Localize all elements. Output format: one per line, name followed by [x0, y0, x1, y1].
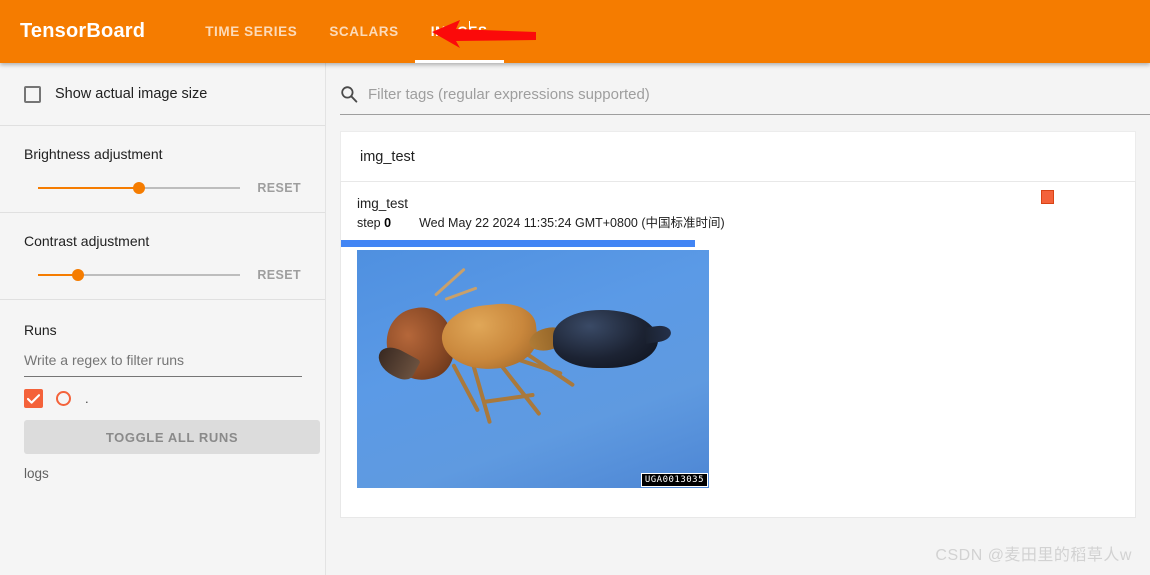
image-card-title: img_test	[357, 196, 409, 211]
show-actual-image-size-checkbox[interactable]	[24, 85, 41, 103]
tab-time-series-label: TIME SERIES	[205, 24, 298, 39]
contrast-slider[interactable]	[38, 267, 240, 283]
search-input[interactable]	[366, 84, 1126, 107]
toggle-all-runs-button[interactable]: TOGGLE ALL RUNS	[24, 420, 320, 454]
contrast-slider-thumb[interactable]	[72, 269, 85, 281]
show-actual-image-size-row[interactable]: Show actual image size	[0, 63, 325, 125]
run-checkbox[interactable]	[24, 389, 43, 408]
red-arrow-annotation-icon	[430, 18, 538, 50]
antenna-icon	[444, 286, 478, 301]
filter-tags-search[interactable]	[340, 77, 1150, 115]
tab-scalars-label: SCALARS	[329, 24, 399, 39]
contrast-reset-button[interactable]: RESET	[257, 268, 301, 282]
run-list-item[interactable]: .	[0, 377, 325, 408]
brightness-slider-fill	[38, 187, 139, 189]
run-label: .	[85, 390, 89, 406]
runs-title: Runs	[24, 322, 57, 338]
brightness-slider[interactable]	[38, 180, 240, 196]
brightness-control: Brightness adjustment RESET	[0, 126, 325, 212]
top-app-bar: TensorBoard TIME SERIES SCALARS IMAGES	[0, 0, 1150, 63]
step-slider[interactable]	[341, 240, 695, 247]
contrast-control: Contrast adjustment RESET	[0, 213, 325, 299]
brightness-title: Brightness adjustment	[24, 146, 163, 162]
step-value: 0	[384, 216, 392, 230]
credit-watermark: CSDN @麦田里的稻草人w	[935, 547, 1132, 564]
runs-footer-label: logs	[24, 466, 49, 481]
brightness-slider-thumb[interactable]	[133, 182, 145, 194]
brightness-reset-button[interactable]: RESET	[257, 181, 301, 195]
tensorboard-app: TensorBoard TIME SERIES SCALARS IMAGES S…	[0, 0, 1150, 575]
image-card: img_test step 0 Wed May 22 2024 11:35:24…	[340, 181, 1136, 518]
ant-gaster-shape	[553, 310, 658, 368]
run-color-circle-icon	[56, 391, 71, 406]
app-brand: TensorBoard	[20, 20, 146, 42]
tag-group-title: img_test	[360, 148, 415, 165]
image-watermark: UGA0013035	[640, 473, 708, 487]
run-color-swatch	[1041, 190, 1054, 204]
tag-group-header[interactable]: img_test	[340, 131, 1136, 181]
step-text: step	[357, 216, 381, 230]
ant-gaster-tip-shape	[644, 324, 672, 344]
tab-scalars[interactable]: SCALARS	[313, 0, 414, 63]
show-actual-image-size-label: Show actual image size	[55, 86, 208, 102]
preview-image[interactable]: UGA0013035	[357, 250, 709, 488]
main-panel: img_test img_test step 0 Wed May 22 2024…	[326, 63, 1150, 575]
runs-filter-input[interactable]	[24, 352, 302, 377]
contrast-title: Contrast adjustment	[24, 233, 150, 249]
image-card-step-row: step 0 Wed May 22 2024 11:35:24 GMT+0800…	[357, 212, 1135, 231]
tab-time-series[interactable]: TIME SERIES	[189, 0, 313, 63]
leg-shape	[471, 363, 493, 425]
sidebar: Show actual image size Brightness adjust…	[0, 63, 326, 575]
image-timestamp: Wed May 22 2024 11:35:24 GMT+0800 (中国标准时…	[419, 216, 725, 230]
search-icon	[340, 85, 358, 103]
step-label: step 0	[357, 216, 391, 230]
